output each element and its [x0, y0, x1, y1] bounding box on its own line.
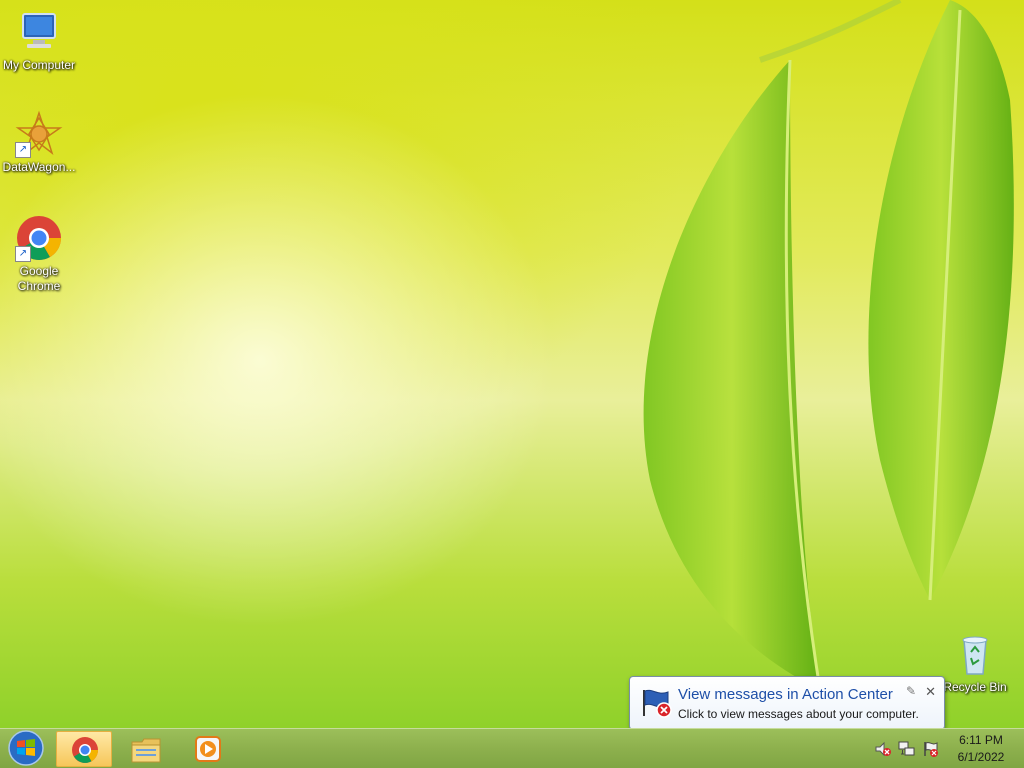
- folder-icon: [131, 738, 161, 763]
- volume-muted-icon[interactable]: [874, 740, 892, 758]
- shortcut-arrow-icon: ↗: [15, 246, 31, 262]
- pin-icon: ✎: [905, 684, 916, 698]
- clock-date: 6/1/2022: [957, 750, 1005, 764]
- action-center-flag-icon[interactable]: [922, 740, 940, 758]
- recycle-bin-icon: [951, 630, 999, 678]
- action-center-notification[interactable]: View messages in Action Center Click to …: [629, 676, 945, 730]
- desktop-icon-label: My Computer: [2, 58, 76, 72]
- notification-body: Click to view messages about your comput…: [678, 707, 919, 721]
- taskbar-button-media-player[interactable]: [180, 731, 236, 767]
- taskbar-clock[interactable]: 6:11 PM 6/1/2022: [946, 732, 1016, 766]
- chrome-icon: [72, 737, 99, 763]
- start-button[interactable]: [5, 729, 47, 768]
- chrome-icon: ↗: [15, 214, 63, 262]
- clock-time: 6:11 PM: [959, 733, 1003, 747]
- windows-logo-icon: [8, 730, 44, 766]
- desktop-icon-label: Google Chrome: [17, 264, 61, 293]
- wallpaper-leaves: [643, 0, 1014, 691]
- desktop-icon-label: DataWagon...: [2, 160, 76, 174]
- desktop-icon-recycle-bin[interactable]: Recycle Bin: [937, 630, 1013, 695]
- notification-title[interactable]: View messages in Action Center: [678, 686, 893, 703]
- network-icon[interactable]: [898, 740, 916, 758]
- desktop-icon-google-chrome[interactable]: ↗ Google Chrome: [1, 214, 77, 294]
- desktop[interactable]: My Computer ↗ DataWagon... ↗ Google Chro…: [0, 0, 1024, 728]
- shortcut-arrow-icon: ↗: [15, 142, 31, 158]
- taskbar: 6:11 PM 6/1/2022: [0, 728, 1024, 768]
- desktop-icon-my-computer[interactable]: My Computer: [1, 8, 77, 73]
- action-center-flag-icon: [640, 686, 674, 723]
- taskbar-button-explorer[interactable]: [118, 731, 174, 767]
- desktop-icon-label: Recycle Bin: [943, 680, 1007, 694]
- computer-icon: [15, 8, 63, 56]
- taskbar-button-chrome[interactable]: [56, 731, 112, 767]
- desktop-icon-datawagon[interactable]: ↗ DataWagon...: [1, 110, 77, 175]
- notification-close-button[interactable]: ✕: [925, 684, 936, 700]
- datawagon-icon: ↗: [15, 110, 63, 158]
- media-player-icon: [195, 736, 221, 762]
